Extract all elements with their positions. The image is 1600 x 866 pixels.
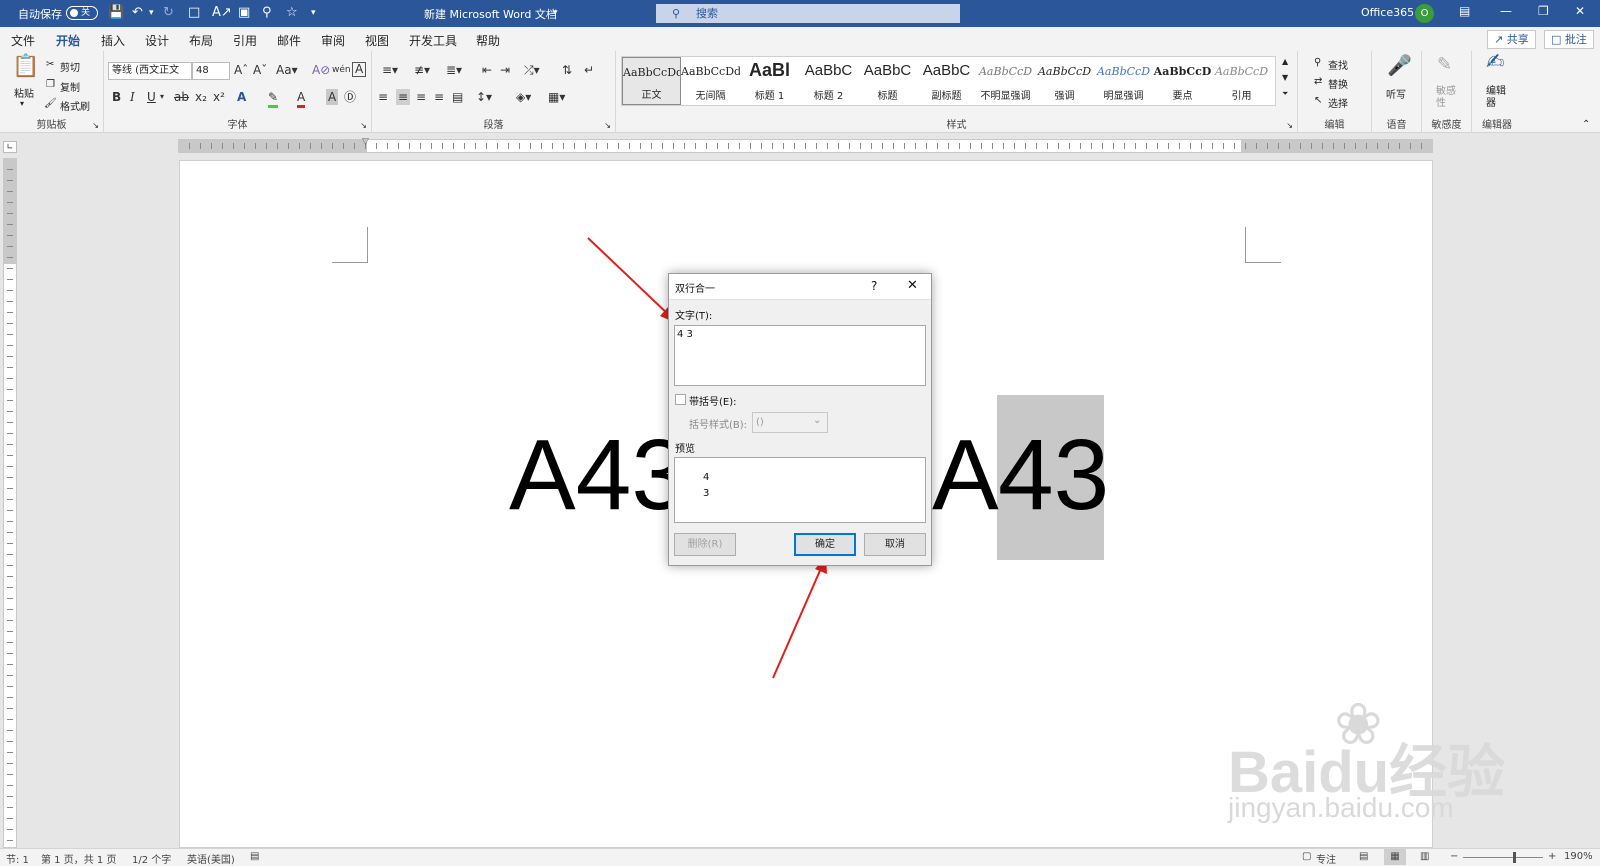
bracket-style-label: 括号样式(B): <box>689 420 748 431</box>
preview-label: 预览 <box>675 444 695 455</box>
zoom-slider-thumb[interactable] <box>1513 852 1516 863</box>
section-indicator[interactable]: 节: 1 <box>6 851 29 866</box>
bracket-checkbox[interactable] <box>675 394 686 405</box>
web-layout-icon[interactable]: ▥ <box>1420 851 1429 862</box>
annotation-arrow <box>587 237 671 317</box>
bracket-style-select[interactable]: () ⌄ <box>752 412 828 433</box>
help-button[interactable]: ? <box>871 279 877 293</box>
zoom-level[interactable]: 190% <box>1564 851 1593 862</box>
print-layout-icon[interactable]: ▦ <box>1384 849 1406 865</box>
word-count[interactable]: 1/2 个字 <box>132 851 171 866</box>
text-label: 文字(T): <box>675 311 713 322</box>
chevron-down-icon: ⌄ <box>813 415 822 426</box>
text-input[interactable]: 4 3 <box>674 325 926 386</box>
zoom-slider[interactable] <box>1463 852 1543 863</box>
annotation-arrow <box>772 565 823 679</box>
accessibility-icon[interactable]: ▤ <box>250 851 259 862</box>
zoom-in-icon[interactable]: + <box>1548 851 1556 862</box>
bracket-checkbox-label: 带括号(E): <box>689 397 737 408</box>
cancel-button[interactable]: 取消 <box>864 533 926 556</box>
focus-button[interactable]: 专注 <box>1316 851 1336 866</box>
preview-box: 4 3 <box>674 457 926 523</box>
page-indicator[interactable]: 第 1 页，共 1 页 <box>41 851 116 866</box>
focus-icon[interactable]: ▢ <box>1302 851 1311 862</box>
zoom-out-icon[interactable]: − <box>1450 851 1458 862</box>
ok-button[interactable]: 确定 <box>794 533 856 556</box>
text-input-value: 4 3 <box>677 329 693 340</box>
dialog-title: 双行合一 <box>675 284 715 295</box>
preview-line-2: 3 <box>703 488 710 499</box>
delete-button[interactable]: 删除(R) <box>674 533 736 556</box>
close-icon[interactable]: ✕ <box>907 278 918 293</box>
combine-lines-dialog: 双行合一 ? ✕ 文字(T): 4 3 带括号(E): 括号样式(B): () … <box>668 273 932 566</box>
status-bar: 节: 1 第 1 页，共 1 页 1/2 个字 英语(美国) ▤ ▢ 专注 ▤ … <box>0 848 1600 866</box>
dialog-title-bar: 双行合一 ? ✕ <box>669 274 931 300</box>
read-mode-icon[interactable]: ▤ <box>1359 851 1368 862</box>
language-indicator[interactable]: 英语(美国) <box>187 851 235 866</box>
bracket-style-value: () <box>756 417 764 428</box>
preview-line-1: 4 <box>703 472 710 483</box>
